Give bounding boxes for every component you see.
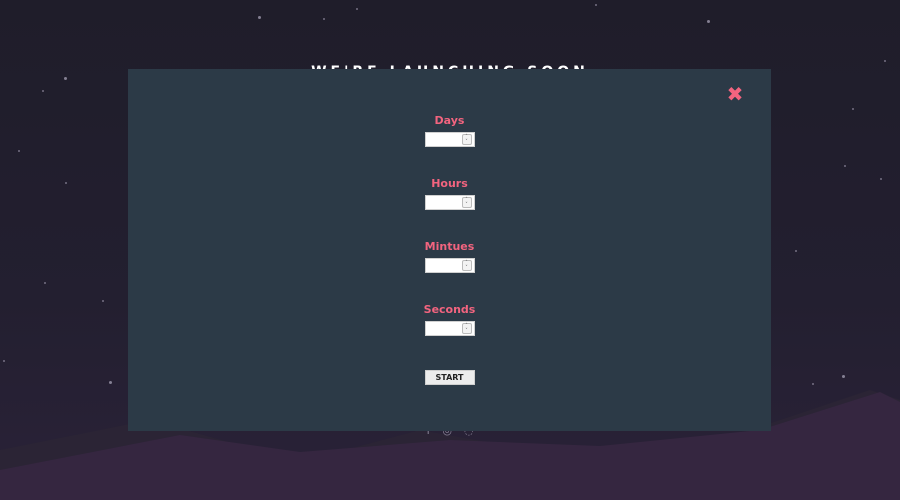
minutes-field: Mintues ˄ ˅ [128,240,771,303]
seconds-spinner[interactable]: ˄ ˅ [461,323,472,334]
star [42,90,44,92]
seconds-input[interactable] [425,328,462,341]
star [65,182,67,184]
star [109,381,112,384]
star [356,8,358,10]
days-input-box: ˄ ˅ [424,132,475,152]
hours-input-box: ˄ ˅ [424,195,475,215]
star [852,108,854,110]
star [595,4,597,6]
hours-field: Hours ˄ ˅ [128,177,771,240]
star [880,178,882,180]
star [102,300,104,302]
close-icon[interactable]: ✖ [725,84,745,104]
countdown-form: Days ˄ ˅ Hours ˄ ˅ Mintues ˄ ˅ Seconds ˄… [128,114,771,385]
hours-input[interactable] [425,202,462,215]
start-button[interactable]: START [424,370,475,385]
star [812,383,814,385]
timer-modal: ✖ Days ˄˅ Hours ˄˅ Mintues ˄˅ Seconds [128,69,771,431]
star [323,18,325,20]
days-input[interactable] [425,139,462,152]
hours-label: Hours [431,177,468,190]
days-label: Days [434,114,465,127]
days-spinner[interactable]: ˄ ˅ [461,134,472,145]
seconds-label: Seconds [423,303,476,316]
star [3,360,5,362]
seconds-input-box: ˄ ˅ [424,321,475,341]
star [842,375,845,378]
star [258,16,261,19]
hours-spinner[interactable]: ˄ ˅ [461,197,472,208]
star [844,165,846,167]
star [44,282,46,284]
star [795,250,797,252]
star [18,150,20,152]
minutes-input-box: ˄ ˅ [424,258,475,278]
seconds-field: Seconds ˄ ˅ [128,303,771,366]
minutes-label: Mintues [424,240,475,253]
star [884,60,886,62]
minutes-input[interactable] [425,265,462,278]
star [707,20,710,23]
start-row: START [128,370,771,385]
days-field: Days ˄ ˅ [128,114,771,177]
minutes-spinner[interactable]: ˄ ˅ [461,260,472,271]
